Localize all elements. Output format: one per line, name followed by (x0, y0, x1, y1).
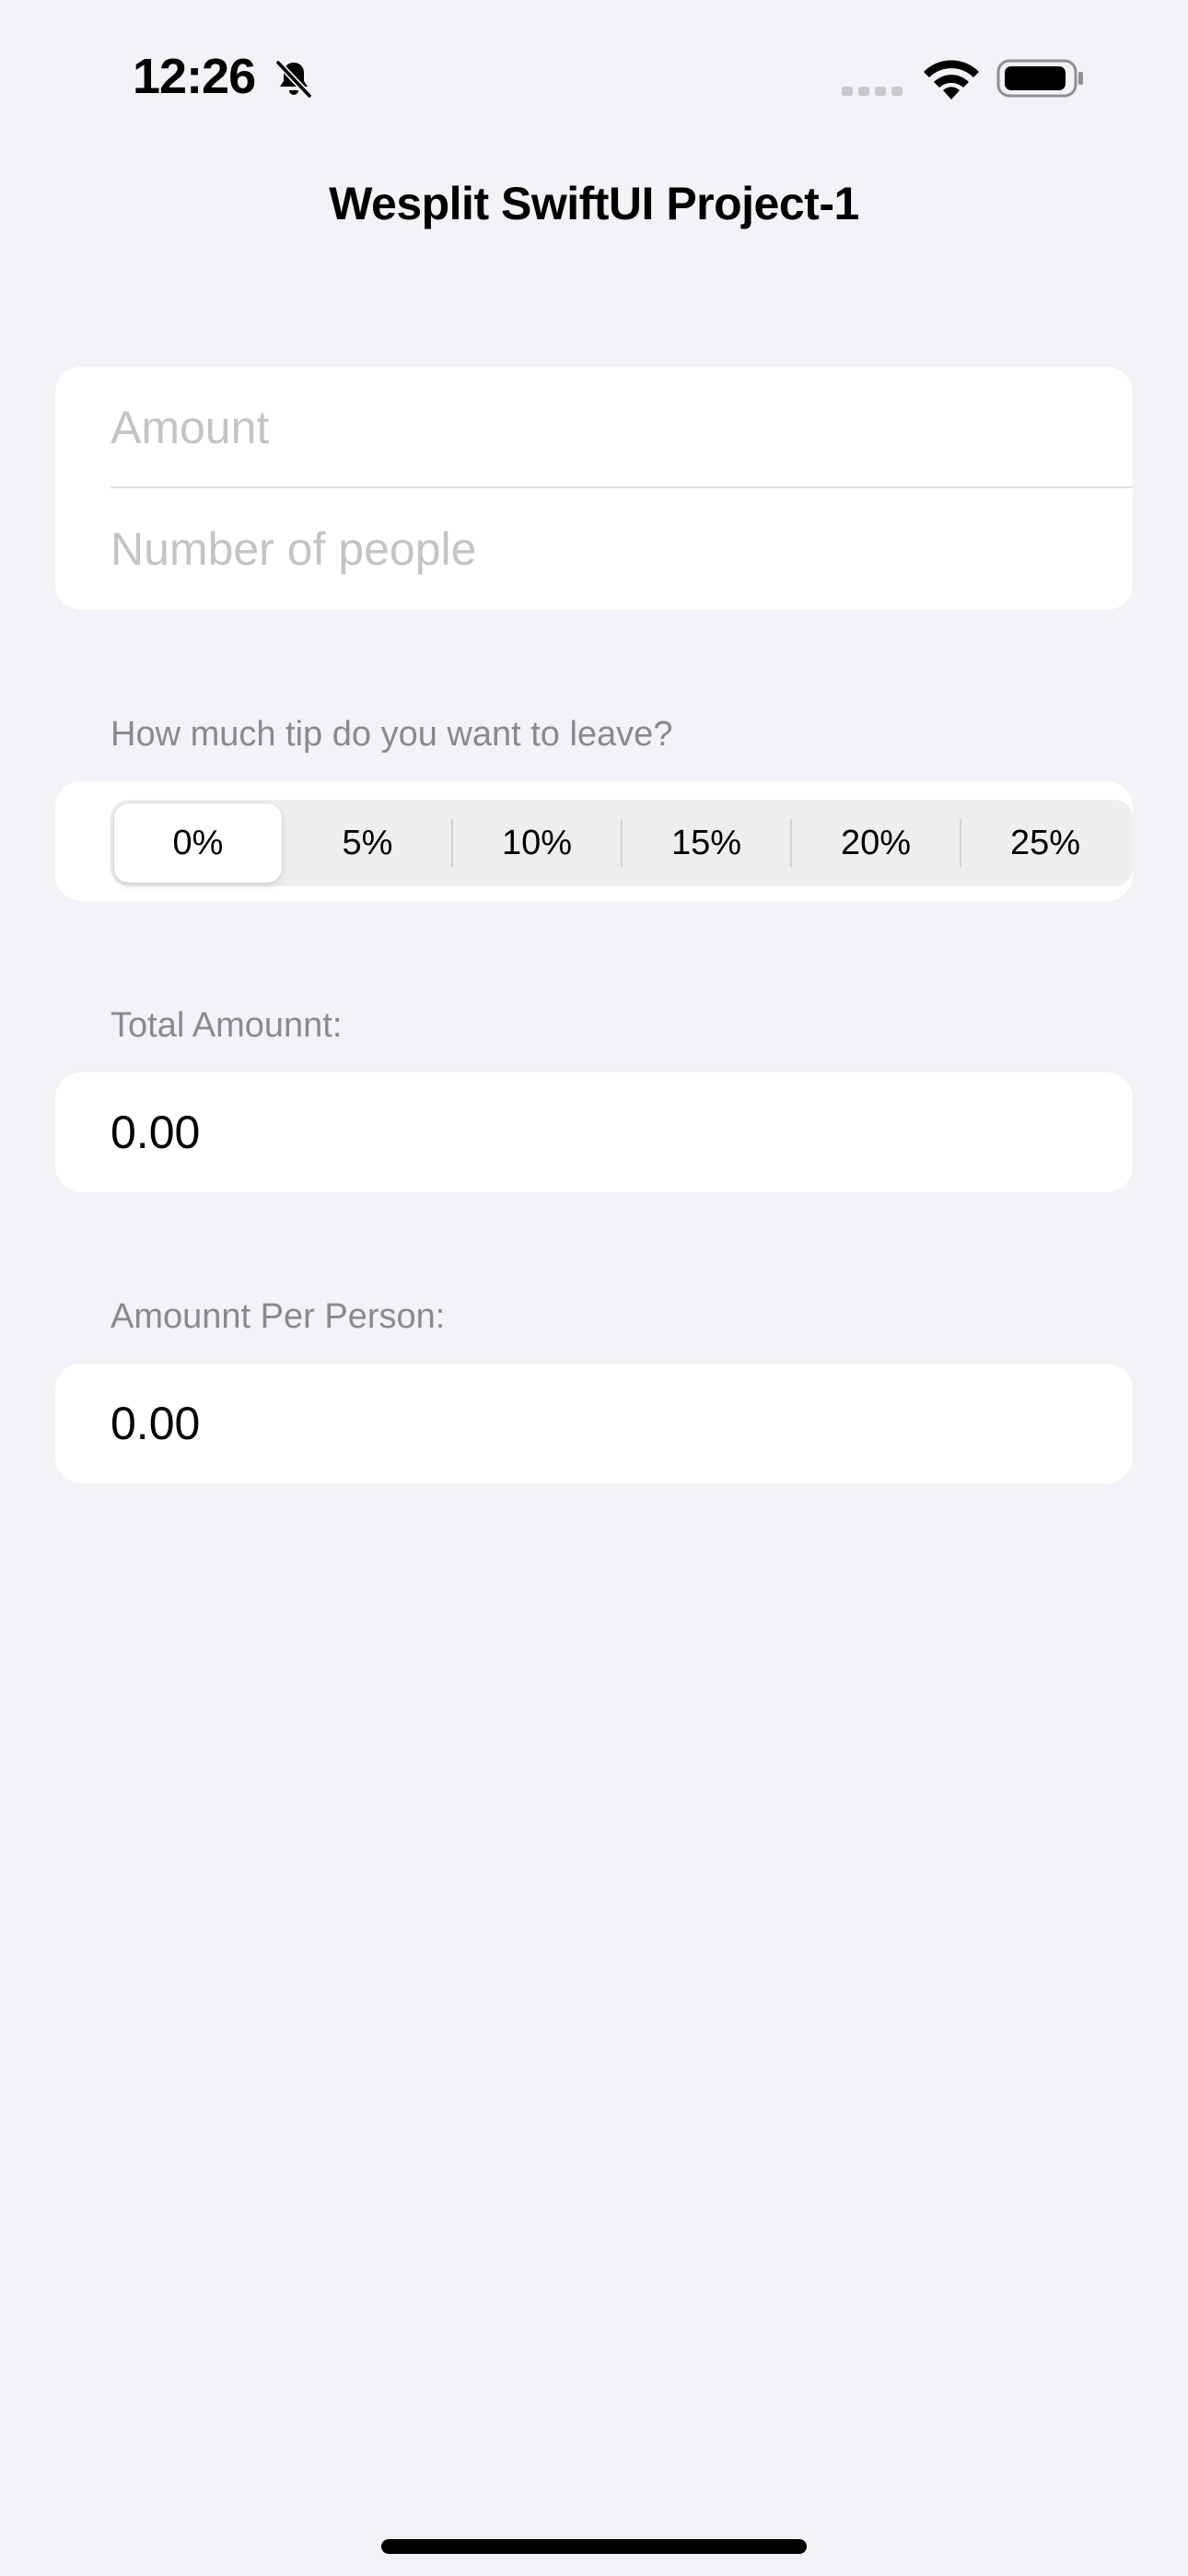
tip-option-0[interactable]: 0% (114, 803, 282, 883)
battery-icon (996, 59, 1083, 98)
cellular-signal-icon (842, 87, 903, 96)
per-person-section-header: Amounnt Per Person: (111, 1297, 446, 1336)
tip-option-20[interactable]: 20% (792, 803, 960, 883)
tip-section-header: How much tip do you want to leave? (111, 715, 673, 754)
bell-slash-icon (275, 60, 312, 99)
status-time: 12:26 (133, 49, 256, 104)
total-amount-row: 0.00 (55, 1072, 1133, 1192)
tip-segmented-control[interactable]: 0% 5% 10% 15% 20% 25% (111, 800, 1133, 886)
wifi-icon (924, 60, 979, 100)
tip-option-25[interactable]: 25% (961, 803, 1129, 883)
home-indicator[interactable] (381, 2539, 807, 2554)
status-bar: 12:26 (0, 0, 1188, 157)
tip-section: 0% 5% 10% 15% 20% 25% (55, 781, 1133, 901)
tip-option-10[interactable]: 10% (453, 803, 621, 883)
total-section-header: Total Amounnt: (111, 1006, 343, 1045)
amount-input[interactable] (111, 401, 1133, 454)
total-amount-value: 0.00 (111, 1107, 201, 1158)
tip-option-5[interactable]: 5% (284, 803, 451, 883)
tip-option-15[interactable]: 15% (623, 803, 790, 883)
number-of-people-input[interactable] (111, 522, 1133, 576)
page-title: Wesplit SwiftUI Project-1 (329, 178, 859, 229)
input-section (55, 367, 1133, 610)
per-person-value: 0.00 (111, 1398, 201, 1449)
people-row[interactable] (111, 488, 1133, 610)
amount-row[interactable] (111, 367, 1133, 488)
per-person-row: 0.00 (55, 1364, 1133, 1483)
